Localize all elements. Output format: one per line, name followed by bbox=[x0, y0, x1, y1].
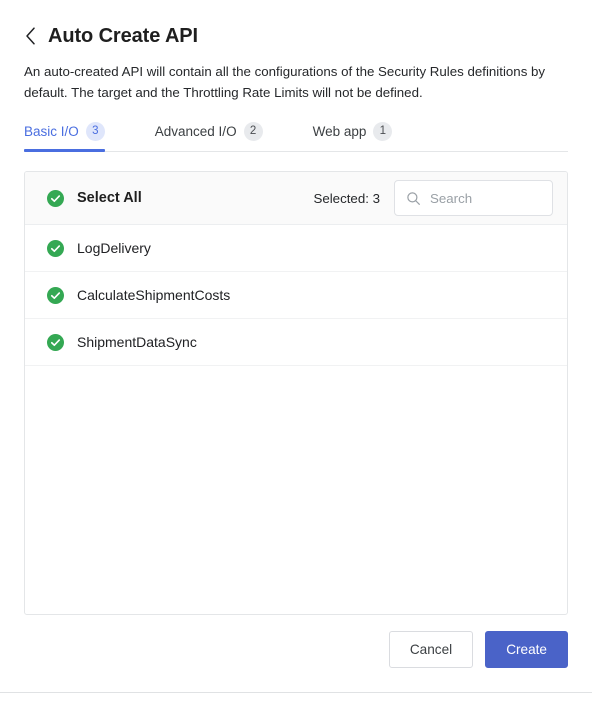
selection-card-header: Select All Selected: 3 bbox=[25, 172, 567, 225]
dialog-footer: Cancel Create bbox=[24, 631, 568, 668]
tab-label: Advanced I/O bbox=[154, 124, 237, 139]
tab-label: Web app bbox=[312, 124, 367, 139]
bottom-divider bbox=[0, 692, 592, 693]
search-input[interactable] bbox=[430, 190, 541, 206]
list-item-label: CalculateShipmentCosts bbox=[77, 287, 231, 303]
tab-web-app[interactable]: Web app 1 bbox=[313, 122, 393, 151]
list-empty-area bbox=[25, 490, 567, 614]
page-description: An auto-created API will contain all the… bbox=[24, 64, 546, 100]
cancel-button[interactable]: Cancel bbox=[388, 631, 474, 668]
tab-badge-count: 2 bbox=[243, 122, 263, 141]
tab-label: Basic I/O bbox=[24, 124, 79, 139]
resource-list: LogDelivery CalculateShipmentCosts Shipm… bbox=[25, 225, 567, 490]
list-item[interactable]: LogDelivery bbox=[25, 225, 567, 272]
tabs-container: Basic I/O 3 Advanced I/O 2 Web app 1 bbox=[0, 122, 592, 152]
search-box[interactable] bbox=[394, 180, 553, 216]
selection-card: Select All Selected: 3 LogDelivery bbox=[24, 171, 568, 615]
tab-advanced-io[interactable]: Advanced I/O 2 bbox=[155, 122, 263, 151]
chevron-left-icon[interactable] bbox=[24, 26, 37, 46]
title-row: Auto Create API bbox=[24, 22, 568, 50]
list-item[interactable]: CalculateShipmentCosts bbox=[25, 272, 567, 319]
card-header-right: Selected: 3 bbox=[313, 180, 553, 216]
check-circle-icon[interactable] bbox=[47, 189, 64, 207]
search-icon bbox=[407, 191, 420, 205]
check-circle-icon[interactable] bbox=[47, 239, 64, 257]
select-all-label: Select All bbox=[77, 190, 142, 206]
list-item[interactable]: ShipmentDataSync bbox=[25, 319, 567, 366]
tab-list: Basic I/O 3 Advanced I/O 2 Web app 1 bbox=[24, 122, 568, 152]
page-title: Auto Create API bbox=[48, 25, 199, 47]
page-header: Auto Create API An auto-created API will… bbox=[0, 0, 592, 103]
check-circle-icon[interactable] bbox=[47, 286, 64, 304]
list-item-label: LogDelivery bbox=[77, 240, 151, 256]
list-item-label: ShipmentDataSync bbox=[77, 334, 197, 350]
select-all-row[interactable]: Select All bbox=[47, 189, 142, 207]
tab-badge-count: 1 bbox=[373, 122, 393, 141]
check-circle-icon[interactable] bbox=[47, 333, 64, 351]
tab-basic-io[interactable]: Basic I/O 3 bbox=[24, 122, 105, 152]
create-button[interactable]: Create bbox=[485, 631, 568, 668]
selected-count-label: Selected: 3 bbox=[313, 190, 380, 206]
tab-badge-count: 3 bbox=[85, 122, 105, 141]
